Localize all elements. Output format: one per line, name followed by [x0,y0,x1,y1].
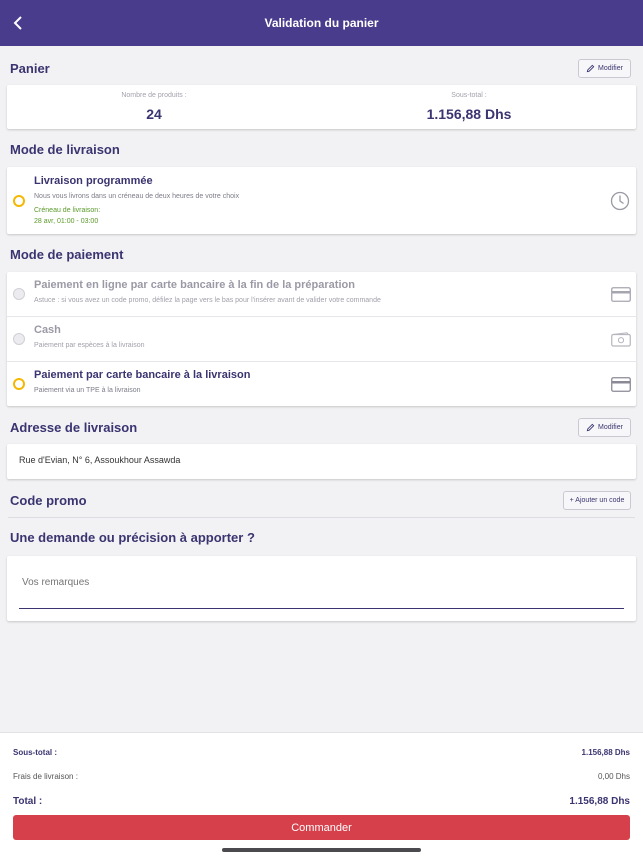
modify-label: Modifier [598,424,623,431]
add-promo-label: + Ajouter un code [569,497,625,504]
payment-cash-title[interactable]: Cash [34,324,61,336]
order-summary-panel: Sous-total : 1.156,88 Dhs Frais de livra… [0,732,643,858]
remarks-input[interactable] [19,570,624,609]
add-promo-code-button[interactable]: + Ajouter un code [563,491,631,510]
payment-cash-desc: Paiement par espèces à la livraison [34,342,145,349]
address-text: Rue d'Evian, N° 6, Assoukhour Assawda [19,455,181,465]
delivery-radio[interactable] [13,195,25,207]
payment-online-title[interactable]: Paiement en ligne par carte bancaire à l… [34,279,355,291]
payment-online-radio[interactable] [13,288,25,300]
delivery-slot-value: 28 avr, 01:00 - 03:00 [34,218,99,225]
pencil-icon [586,64,595,73]
section-title-panier: Panier [10,61,50,76]
delivery-slot-label: Créneau de livraison: [34,207,101,214]
home-indicator [222,848,421,852]
payment-online-desc: Astuce : si vous avez un code promo, déf… [34,297,381,304]
cash-icon [611,332,631,347]
address-card[interactable]: Rue d'Evian, N° 6, Assoukhour Assawda [7,444,636,479]
page-title: Validation du panier [264,16,379,30]
delivery-fee-label: Frais de livraison : [13,772,78,781]
bottom-subtotal-label: Sous-total : [13,748,57,757]
modify-address-button[interactable]: Modifier [578,418,631,437]
pencil-icon [586,423,595,432]
credit-card-icon [611,377,631,392]
section-title-adresse: Adresse de livraison [10,420,138,435]
payment-separator [7,316,636,317]
remarks-card [7,556,636,621]
products-count-value: 24 [146,106,162,122]
delivery-fee-value: 0,00 Dhs [597,772,630,781]
modify-cart-button[interactable]: Modifier [578,59,631,78]
section-title-livraison: Mode de livraison [10,142,120,157]
section-title-paiement: Mode de paiement [10,247,124,262]
total-label: Total : [13,796,43,807]
top-bar: Validation du panier [0,0,643,46]
modify-label: Modifier [598,65,623,72]
payment-mode-card: Paiement en ligne par carte bancaire à l… [7,272,636,406]
order-button[interactable]: Commander [13,815,630,840]
payment-card-delivery-radio[interactable] [13,378,25,390]
products-count-label: Nombre de produits : [121,92,187,99]
clock-icon[interactable] [610,191,630,211]
payment-cash-radio[interactable] [13,333,25,345]
payment-separator [7,361,636,362]
section-title-remarques: Une demande ou précision à apporter ? [10,530,255,545]
payment-card-delivery-title[interactable]: Paiement par carte bancaire à la livrais… [34,369,250,381]
total-value: 1.156,88 Dhs [569,796,630,807]
divider [8,517,635,518]
delivery-option-title: Livraison programmée [34,175,153,187]
section-title-promo: Code promo [10,493,87,508]
credit-card-icon [611,287,631,302]
delivery-option-desc: Nous vous livrons dans un créneau de deu… [34,193,240,200]
payment-card-delivery-desc: Paiement via un TPE à la livraison [34,387,141,394]
bottom-subtotal-value: 1.156,88 Dhs [581,748,630,757]
subtotal-value: 1.156,88 Dhs [426,106,512,122]
delivery-mode-card[interactable]: Livraison programmée Nous vous livrons d… [7,167,636,234]
subtotal-label: Sous-total : [451,92,487,99]
cart-summary-card: Nombre de produits : 24 Sous-total : 1.1… [7,85,636,129]
